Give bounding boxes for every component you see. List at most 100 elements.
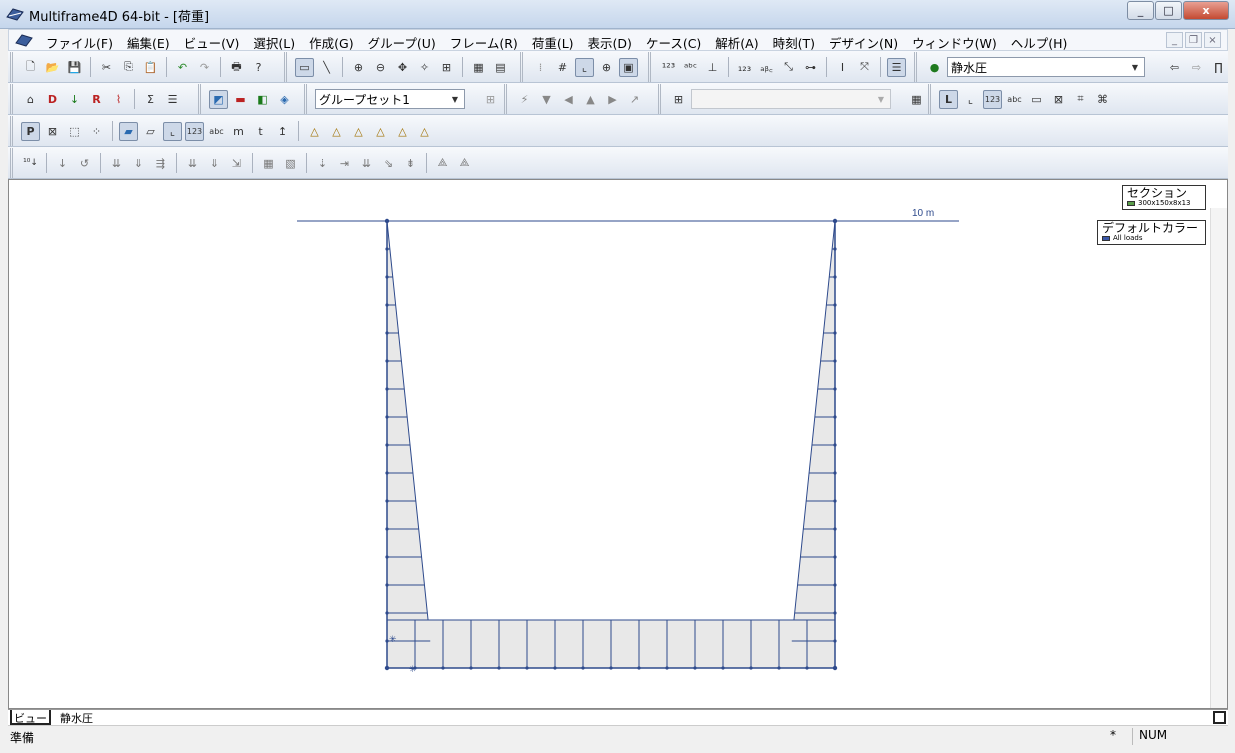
undo-icon[interactable]: ↶ (173, 58, 192, 77)
moment-load-icon[interactable]: ↺ (75, 154, 94, 173)
structure-canvas[interactable]: ✳ ✳ 10 m (9, 180, 1209, 708)
menu-edit[interactable]: 編集(E) (120, 33, 177, 52)
frame-mode-icon[interactable]: ⌂ (21, 90, 40, 109)
tri-arrow-icon[interactable]: △ (415, 122, 434, 141)
tri-local-icon[interactable]: △ (305, 122, 324, 141)
rotate-icon[interactable]: ✧ (415, 58, 434, 77)
label-abc-icon[interactable]: abc (1005, 90, 1024, 109)
member-number-icon[interactable]: ₁₂₃ (735, 58, 754, 77)
show-outline-icon[interactable]: ▱ (141, 122, 160, 141)
design-mode-icon[interactable]: D (43, 90, 62, 109)
show-local-icon[interactable]: ⌞ (163, 121, 182, 141)
dist-load-b-icon[interactable]: ⇓ (205, 154, 224, 173)
frame-view[interactable]: ✳ ✳ 10 m セクション 300x150x8x13 デフォルトカラー All… (8, 179, 1228, 709)
section-name-icon[interactable]: I (833, 58, 852, 77)
thermal-a-icon[interactable]: ⇣ (313, 154, 332, 173)
tab-view[interactable]: ビュー (10, 710, 51, 725)
show-abc-icon[interactable]: abc (207, 122, 226, 141)
redo-icon[interactable]: ↷ (195, 58, 214, 77)
open-folder-icon[interactable]: 📂 (43, 58, 62, 77)
select-lasso-icon[interactable]: ⬚ (65, 122, 84, 141)
menu-analysis[interactable]: 解析(A) (708, 33, 765, 52)
help-icon[interactable]: ? (249, 58, 268, 77)
tab-hydrostatic[interactable]: 静水圧 (58, 710, 95, 725)
thermal-c-icon[interactable]: ⇊ (357, 154, 376, 173)
filter-d-icon[interactable]: ▲ (581, 90, 600, 109)
filter-c-icon[interactable]: ◀ (559, 90, 578, 109)
zoom-in-icon[interactable]: ⊕ (349, 58, 368, 77)
zoom-fit-icon[interactable]: ⊞ (437, 58, 456, 77)
menu-group[interactable]: グループ(U) (361, 33, 443, 52)
show-arrow-icon[interactable]: ↥ (273, 122, 292, 141)
maximize-button[interactable]: □ (1155, 1, 1182, 20)
select-points-icon[interactable]: ⁘ (87, 122, 106, 141)
copy-icon[interactable]: ⎘ (119, 58, 138, 77)
vertical-scrollbar[interactable] (1210, 208, 1227, 708)
member-label-icon[interactable]: ₐᵦ꜀ (757, 58, 776, 77)
label-frame-icon[interactable]: ▭ (1027, 90, 1046, 109)
filter-a-icon[interactable]: ⚡ (515, 90, 534, 109)
menu-load[interactable]: 荷重(L) (525, 33, 581, 52)
node-restraint-icon[interactable]: ⊥ (703, 58, 722, 77)
plate-load-icon[interactable]: ▦ (259, 154, 278, 173)
list-icon[interactable]: ☰ (887, 57, 906, 77)
member-release-icon[interactable]: ⊶ (801, 58, 820, 77)
menu-display[interactable]: 表示(D) (581, 33, 639, 52)
load-case-select[interactable]: 静水圧 ▼ (947, 57, 1145, 77)
menu-file[interactable]: ファイル(F) (39, 33, 120, 52)
next-case-icon[interactable]: ⇨ (1187, 58, 1206, 77)
tri-number-icon[interactable]: △ (327, 122, 346, 141)
group-table-icon[interactable]: ▦ (907, 90, 926, 109)
thermal-b-icon[interactable]: ⇥ (335, 154, 354, 173)
print-icon[interactable]: 🖶 (227, 58, 246, 77)
mdi-close-button[interactable]: × (1204, 32, 1221, 48)
menu-frame[interactable]: フレーム(R) (443, 33, 525, 52)
show-solid-icon[interactable]: ▰ (119, 121, 138, 141)
select-box-icon[interactable]: ▭ (295, 57, 314, 77)
zoom-out-icon[interactable]: ⊖ (371, 58, 390, 77)
group-list-icon[interactable]: ⊞ (669, 90, 688, 109)
result-graph-icon[interactable]: ⌇ (109, 90, 128, 109)
mdi-minimize-button[interactable]: _ (1166, 32, 1183, 48)
menu-select[interactable]: 選択(L) (246, 33, 302, 52)
menu-design[interactable]: デザイン(N) (822, 33, 905, 52)
label-cross-icon[interactable]: ⊠ (1049, 90, 1068, 109)
previous-case-icon[interactable]: ⇦ (1165, 58, 1184, 77)
node-number-icon[interactable]: ¹²³ (659, 58, 678, 77)
show-t-icon[interactable]: t (251, 122, 270, 141)
group-select[interactable]: ▼ (691, 89, 891, 109)
member-load-c-icon[interactable]: ⇶ (151, 154, 170, 173)
paste-icon[interactable]: 📋 (141, 58, 160, 77)
close-button[interactable]: x (1183, 1, 1229, 20)
load-value-icon[interactable]: ¹⁰↓ (21, 154, 40, 173)
filter-b-icon[interactable]: ▼ (537, 90, 556, 109)
plate-pressure-icon[interactable]: ▧ (281, 154, 300, 173)
label-local-icon[interactable]: ⌞ (961, 90, 980, 109)
cut-icon[interactable]: ✂ (97, 58, 116, 77)
label-dim-icon[interactable]: ⌗ (1071, 90, 1090, 109)
member-load-b-icon[interactable]: ⇓ (129, 154, 148, 173)
menu-view[interactable]: ビュー(V) (177, 33, 247, 52)
report-icon[interactable]: ☰ (163, 90, 182, 109)
label-l-icon[interactable]: L (939, 89, 958, 109)
dot-grid-icon[interactable]: ⁞ (531, 58, 550, 77)
tri-m-icon[interactable]: △ (371, 122, 390, 141)
crosshair-icon[interactable]: ⊕ (597, 58, 616, 77)
filter-f-icon[interactable]: ↗ (625, 90, 644, 109)
sum-icon[interactable]: Σ (141, 90, 160, 109)
resize-grip-icon[interactable] (1213, 711, 1226, 724)
mdi-restore-button[interactable]: ❐ (1185, 32, 1202, 48)
label-dim2-icon[interactable]: ⌘ (1093, 90, 1112, 109)
save-icon[interactable]: 💾 (65, 58, 84, 77)
group-grid-icon[interactable]: ⊞ (481, 90, 500, 109)
dist-load-a-icon[interactable]: ⇊ (183, 154, 202, 173)
grid-table-icon[interactable]: ▦ (469, 58, 488, 77)
menu-window[interactable]: ウィンドウ(W) (905, 33, 1004, 52)
tri-t-icon[interactable]: △ (393, 122, 412, 141)
filter-e-icon[interactable]: ▶ (603, 90, 622, 109)
multiframe-app-icon[interactable] (6, 7, 24, 21)
thermal-d-icon[interactable]: ⇘ (379, 154, 398, 173)
menu-help[interactable]: ヘルプ(H) (1004, 33, 1075, 52)
render-plate-icon[interactable]: ◧ (253, 90, 272, 109)
show-m-icon[interactable]: m (229, 122, 248, 141)
